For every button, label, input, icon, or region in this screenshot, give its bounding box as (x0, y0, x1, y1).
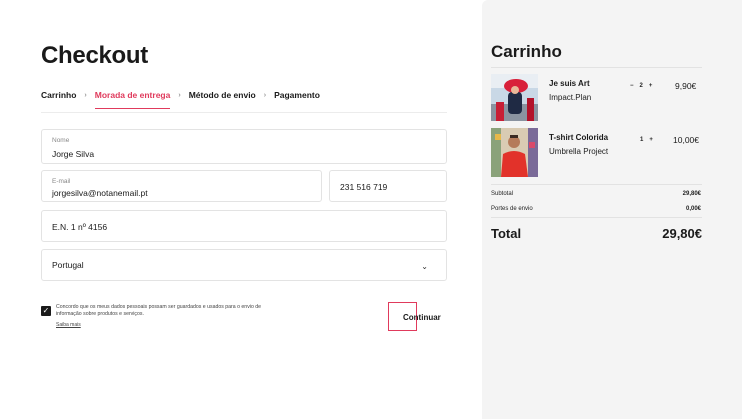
cart-item-price: 9,90€ (675, 81, 697, 91)
step-metodo-de-envio[interactable]: Método de envio (189, 90, 256, 109)
step-pagamento[interactable]: Pagamento (274, 90, 320, 109)
name-field-label: Nome (52, 137, 70, 144)
country-select-value: Portugal (52, 260, 84, 270)
quantity-value: 1 (640, 137, 644, 143)
learn-more-link[interactable]: Saiba mais (56, 322, 81, 328)
steps-divider (41, 112, 447, 113)
address-field[interactable]: E.N. 1 nº 4156 (41, 210, 447, 242)
total-divider (491, 217, 702, 218)
checkout-panel: Checkout Carrinho › Morada de entrega › … (0, 0, 482, 419)
name-field[interactable]: Nome Jorge Silva (41, 129, 447, 164)
cart-item-price: 10,00€ (673, 135, 699, 145)
consent-text: Concordo que os meus dados pessoais poss… (56, 304, 262, 317)
step-carrinho[interactable]: Carrinho (41, 90, 76, 109)
product-image-je-suis-art (491, 74, 538, 121)
minus-icon[interactable]: − (630, 83, 634, 89)
subtotal-label: Subtotal (491, 191, 514, 197)
chevron-right-icon: › (84, 91, 87, 99)
cart-item-name: T-shirt Colorida (549, 133, 609, 142)
summary-divider (491, 184, 702, 185)
country-select[interactable]: Portugal ⌄ (41, 249, 447, 281)
step-morada-de-entrega[interactable]: Morada de entrega (94, 90, 170, 109)
continue-button-label[interactable]: Continuar (403, 313, 441, 322)
cart-item-name: Je suis Art (549, 79, 590, 88)
cart-item-brand: Umbrella Project (549, 147, 609, 156)
name-field-value: Jorge Silva (52, 149, 95, 159)
product-image-t-shirt-colorida (491, 128, 538, 177)
email-field-value: jorgesilva@notanemail.pt (52, 188, 148, 198)
cart-divider (491, 67, 702, 68)
phone-field[interactable]: 231 516 719 (329, 170, 447, 202)
consent-checkbox[interactable]: ✓ (41, 306, 51, 316)
plus-icon[interactable]: + (649, 137, 653, 143)
shipping-value: 0,00€ (685, 206, 701, 212)
email-field[interactable]: E-mail jorgesilva@notanemail.pt (41, 170, 322, 202)
cart-title: Carrinho (491, 42, 562, 61)
checkout-steps: Carrinho › Morada de entrega › Método de… (41, 90, 320, 109)
quantity-stepper[interactable]: 1 + (640, 137, 653, 143)
phone-field-value: 231 516 719 (340, 182, 388, 192)
chevron-right-icon: › (178, 91, 181, 99)
quantity-stepper[interactable]: − 2 + (630, 83, 652, 89)
address-field-value: E.N. 1 nº 4156 (52, 222, 108, 232)
page-title: Checkout (41, 42, 148, 69)
plus-icon[interactable]: + (649, 83, 653, 89)
cart-item-brand: Impact.Plan (549, 93, 592, 102)
subtotal-value: 29,80€ (682, 191, 701, 197)
email-field-label: E-mail (52, 178, 71, 185)
chevron-down-icon: ⌄ (421, 262, 428, 271)
total-value: 29,80€ (662, 226, 702, 241)
chevron-right-icon: › (263, 91, 267, 99)
total-label: Total (491, 226, 522, 241)
shipping-label: Portes de envio (491, 206, 533, 212)
quantity-value: 2 (639, 83, 643, 89)
